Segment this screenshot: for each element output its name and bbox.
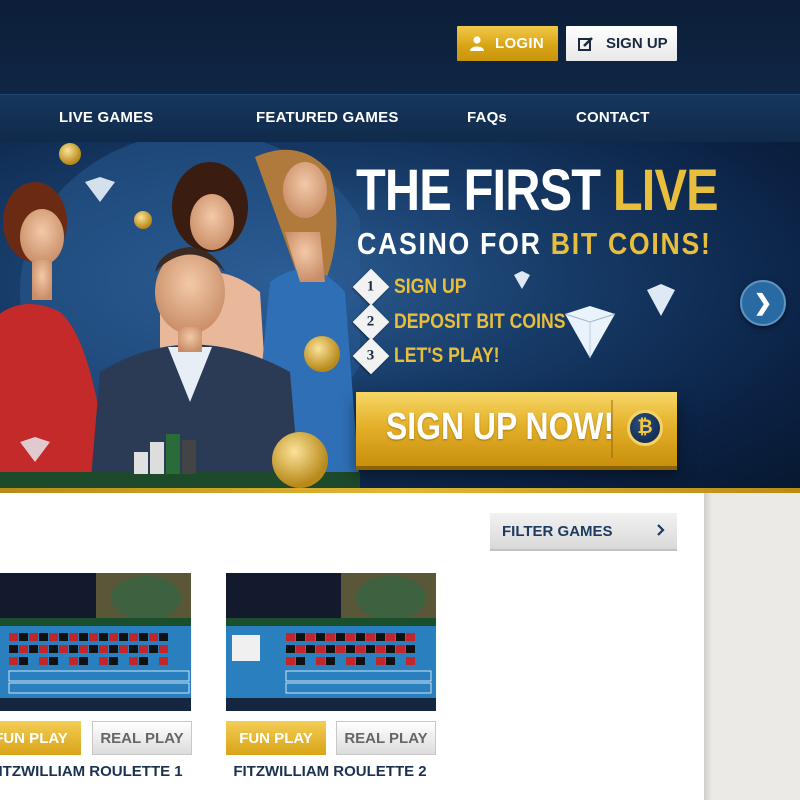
game-thumbnail[interactable] (226, 573, 436, 711)
hero-step-2: 2 DEPOSIT BIT COINS (352, 303, 598, 341)
fun-play-button[interactable]: FUN PLAY (226, 721, 326, 755)
hero-title-line-2-white: CASINO FOR (357, 226, 542, 261)
hero-title-line-1-gold: LIVE (612, 158, 719, 223)
hero-title-line-1: THE FIRST LIVE (356, 162, 719, 220)
hero-title-line-2: CASINO FOR BIT COINS! (357, 228, 712, 259)
sign-up-now-label: SIGN UP NOW! (386, 406, 615, 448)
nav-item-faqs[interactable]: FAQs (467, 109, 507, 126)
sign-up-now-button[interactable]: SIGN UP NOW! ₿ (356, 392, 677, 466)
chevron-right-icon: ❯ (753, 290, 773, 315)
content-edge-shadow (704, 493, 712, 800)
filter-games-button[interactable]: FILTER GAMES (490, 513, 677, 551)
top-header: LOGIN SIGN UP (0, 0, 800, 94)
hero-step-1: 1 SIGN UP (352, 268, 480, 306)
signup-button[interactable]: SIGN UP (566, 26, 677, 61)
step-label: LET'S PLAY! (394, 344, 500, 367)
diamond-icon (514, 271, 530, 289)
step-number-badge: 1 (352, 268, 390, 306)
hero-banner: THE FIRST LIVE CASINO FOR BIT COINS! 1 S… (0, 142, 800, 490)
game-thumbnail[interactable] (0, 573, 191, 711)
cta-divider (611, 400, 613, 458)
bitcoin-icon: ₿ (627, 410, 663, 446)
games-section: FILTER GAMES FUN PLAY REAL PLAY FITZWILL… (0, 493, 704, 800)
carousel-next-button[interactable]: ❯ (740, 280, 786, 326)
step-number: 1 (367, 278, 375, 295)
main-nav: LIVE GAMES FEATURED GAMES FAQs CONTACT (0, 94, 800, 142)
step-label: DEPOSIT BIT COINS (394, 310, 566, 333)
step-number-badge: 3 (352, 337, 390, 375)
chevron-right-icon (657, 523, 665, 540)
fun-play-button[interactable]: FUN PLAY (0, 721, 81, 755)
nav-item-contact[interactable]: CONTACT (576, 109, 650, 126)
game-title[interactable]: FITZWILLIAM ROULETTE 2 (220, 763, 440, 780)
real-play-button[interactable]: REAL PLAY (92, 721, 192, 755)
step-number: 3 (367, 347, 375, 364)
edit-icon (578, 36, 594, 52)
login-button[interactable]: LOGIN (457, 26, 558, 61)
login-label: LOGIN (495, 35, 544, 52)
step-label: SIGN UP (394, 275, 467, 298)
nav-item-featured-games[interactable]: FEATURED GAMES (256, 109, 399, 126)
step-number-badge: 2 (352, 303, 390, 341)
signup-label: SIGN UP (606, 35, 668, 52)
hero-title-line-1-white: THE FIRST (356, 158, 601, 223)
filter-games-label: FILTER GAMES (502, 522, 613, 540)
real-play-button[interactable]: REAL PLAY (336, 721, 436, 755)
hero-step-3: 3 LET'S PLAY! (352, 337, 520, 375)
nav-item-live-games[interactable]: LIVE GAMES (59, 109, 154, 126)
user-icon (469, 36, 485, 52)
hero-title-line-2-gold: BIT COINS! (550, 226, 712, 261)
diamond-icon (647, 284, 675, 316)
hero-image-players (0, 142, 360, 490)
step-number: 2 (367, 313, 375, 330)
game-title[interactable]: FITZWILLIAM ROULETTE 1 (0, 763, 196, 780)
